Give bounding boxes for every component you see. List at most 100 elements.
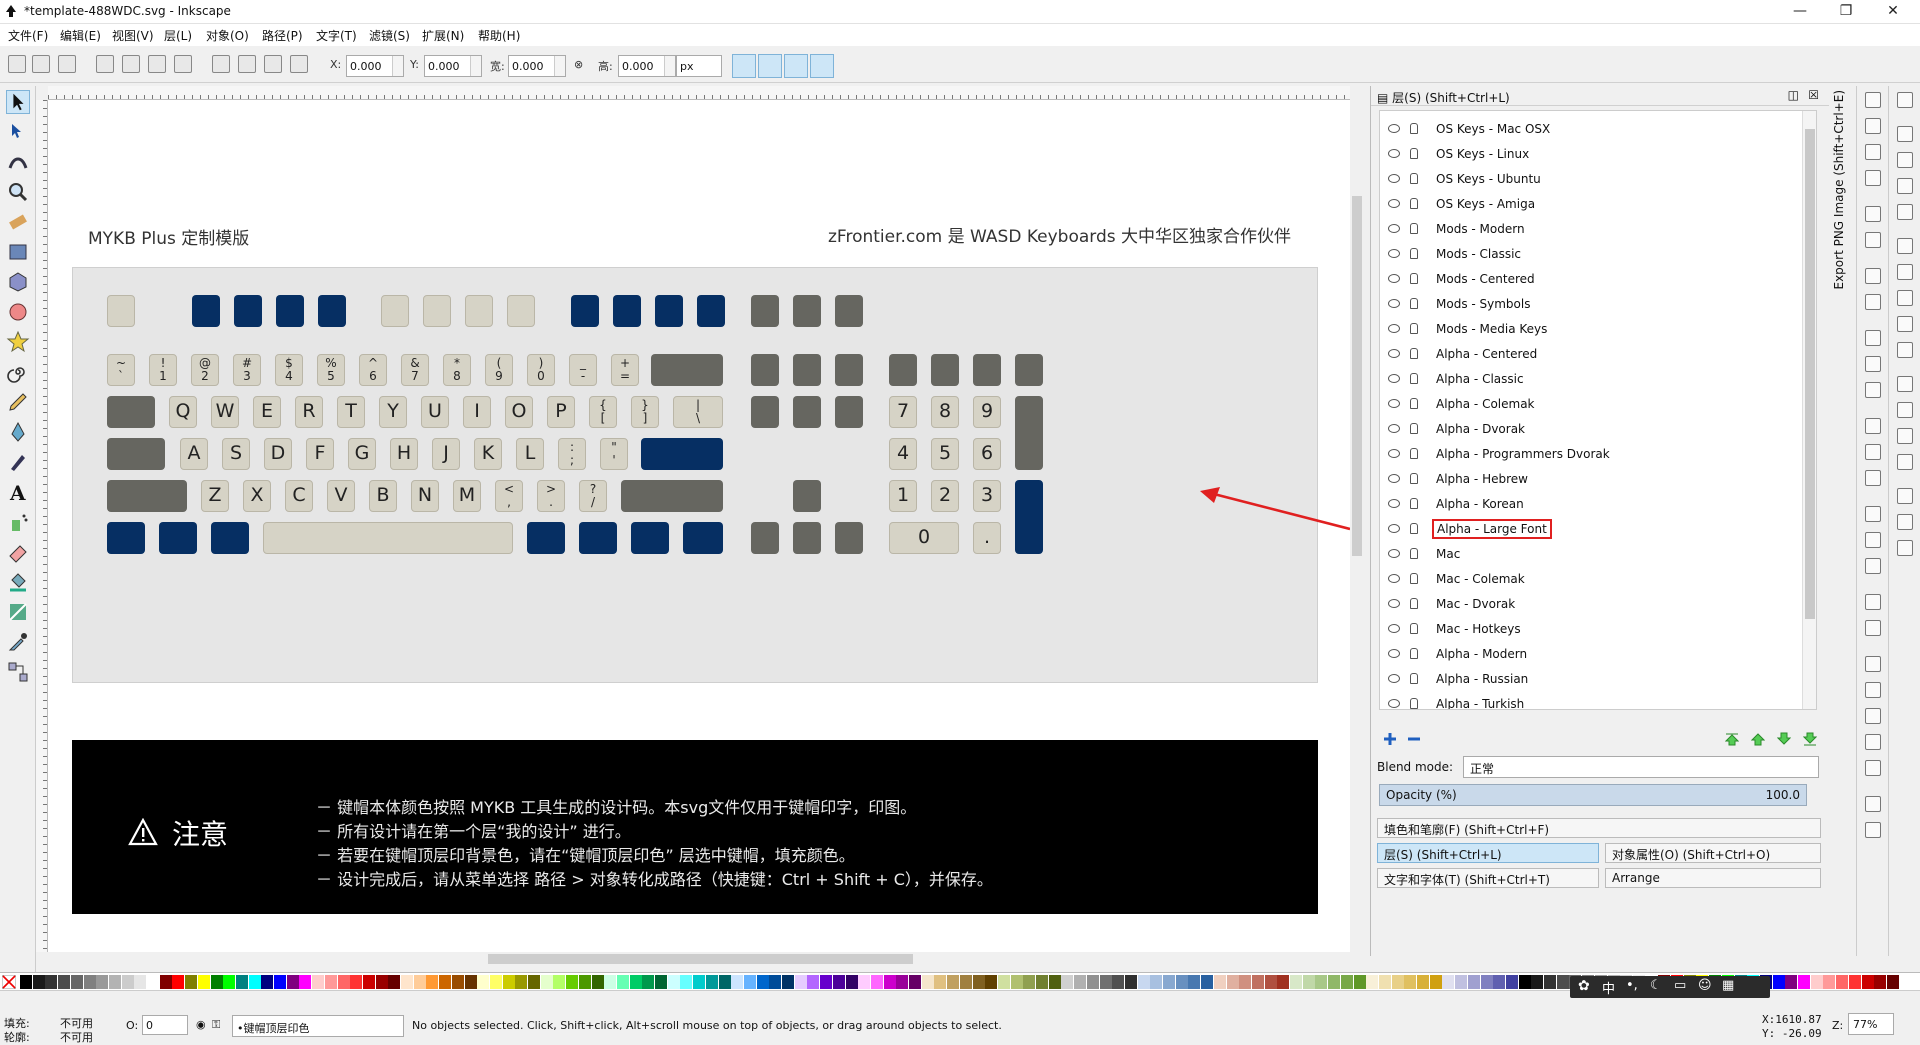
eye-icon[interactable] bbox=[1388, 599, 1400, 608]
layer-row[interactable]: Mac - Hotkeys bbox=[1380, 617, 1798, 641]
star-tool-icon[interactable] bbox=[6, 330, 30, 354]
document-properties-icon[interactable] bbox=[1865, 822, 1881, 838]
color-swatch[interactable] bbox=[134, 975, 147, 989]
color-swatch[interactable] bbox=[566, 975, 579, 989]
lock-icon[interactable] bbox=[1410, 298, 1418, 309]
eye-icon[interactable] bbox=[1388, 624, 1400, 633]
key-g[interactable]: G bbox=[348, 438, 376, 470]
key-i[interactable]: I bbox=[463, 396, 491, 428]
key-end[interactable] bbox=[793, 396, 821, 428]
color-swatch[interactable] bbox=[1315, 975, 1328, 989]
print-icon[interactable] bbox=[1865, 170, 1881, 186]
3d-box-tool-icon[interactable] bbox=[6, 270, 30, 294]
layer-row[interactable]: Alpha - Programmers Dvorak bbox=[1380, 442, 1798, 466]
color-swatch[interactable] bbox=[1366, 975, 1379, 989]
color-swatch[interactable] bbox=[1163, 975, 1175, 989]
key-f10[interactable] bbox=[613, 295, 641, 327]
key-n[interactable]: N bbox=[411, 480, 439, 512]
color-swatch[interactable] bbox=[667, 975, 680, 989]
lock-icon[interactable] bbox=[1410, 348, 1418, 359]
open-file-icon[interactable] bbox=[1865, 118, 1881, 134]
text-font-dialog-icon[interactable] bbox=[1865, 682, 1881, 698]
layer-row[interactable]: Mods - Media Keys bbox=[1380, 317, 1798, 341]
color-swatch[interactable] bbox=[1239, 975, 1252, 989]
color-swatch[interactable] bbox=[743, 975, 756, 989]
eye-icon[interactable] bbox=[1388, 199, 1400, 208]
align-distribute-icon[interactable] bbox=[1865, 760, 1881, 776]
color-swatch[interactable] bbox=[870, 975, 883, 989]
new-document-icon[interactable] bbox=[1865, 92, 1881, 108]
color-swatch[interactable] bbox=[909, 975, 921, 989]
key-t[interactable]: T bbox=[337, 396, 365, 428]
color-swatch[interactable] bbox=[1467, 975, 1480, 989]
paste-icon[interactable] bbox=[1865, 382, 1881, 398]
key-h[interactable]: H bbox=[390, 438, 418, 470]
color-swatch[interactable] bbox=[832, 975, 845, 989]
snap-midpoint-icon[interactable] bbox=[1897, 376, 1913, 392]
lock-icon[interactable] bbox=[1410, 148, 1418, 159]
lock-icon[interactable] bbox=[1410, 473, 1418, 484]
key-num-0[interactable]: 0 bbox=[889, 522, 959, 554]
color-swatch[interactable] bbox=[286, 975, 299, 989]
color-swatch[interactable] bbox=[261, 975, 274, 989]
color-swatch[interactable] bbox=[1112, 975, 1125, 989]
color-swatch[interactable] bbox=[1036, 975, 1048, 989]
key-tab[interactable] bbox=[107, 396, 155, 428]
key-0[interactable]: ) 0 bbox=[527, 354, 555, 386]
ime-paw-icon[interactable]: ✿ bbox=[1578, 978, 1590, 994]
color-swatch[interactable] bbox=[642, 975, 655, 989]
snap-smooth-icon[interactable] bbox=[1897, 342, 1913, 358]
eye-icon[interactable] bbox=[1388, 324, 1400, 333]
lock-icon[interactable] bbox=[1410, 598, 1418, 609]
color-swatch[interactable] bbox=[464, 975, 477, 989]
color-swatch[interactable] bbox=[820, 975, 833, 989]
key-num-6[interactable]: 6 bbox=[973, 438, 1001, 470]
color-swatch[interactable] bbox=[1328, 975, 1341, 989]
snap-bbox-midpoint-icon[interactable] bbox=[1897, 204, 1913, 220]
color-swatch[interactable] bbox=[858, 975, 871, 989]
key-8[interactable]: * 8 bbox=[443, 354, 471, 386]
key-c[interactable]: C bbox=[285, 480, 313, 512]
key-f7[interactable] bbox=[465, 295, 493, 327]
gradient-tool-icon[interactable] bbox=[6, 600, 30, 624]
canvas-vertical-scrollbar[interactable] bbox=[1350, 86, 1364, 952]
import-icon[interactable] bbox=[1865, 206, 1881, 222]
tweak-tool-icon[interactable] bbox=[6, 150, 30, 174]
color-swatch[interactable] bbox=[515, 975, 528, 989]
color-swatch[interactable] bbox=[997, 975, 1010, 989]
color-swatch[interactable] bbox=[45, 975, 58, 989]
lock-icon[interactable] bbox=[1410, 498, 1418, 509]
layer-row[interactable]: Alpha - Russian bbox=[1380, 667, 1798, 691]
key-f8[interactable] bbox=[507, 295, 535, 327]
color-swatch[interactable] bbox=[1544, 975, 1556, 989]
flip-horizontal-icon[interactable] bbox=[148, 55, 166, 73]
lock-icon[interactable] bbox=[1410, 398, 1418, 409]
color-swatch[interactable] bbox=[58, 975, 71, 989]
color-swatch[interactable] bbox=[1823, 975, 1836, 989]
layer-row[interactable]: OS Keys - Amiga bbox=[1380, 192, 1798, 216]
color-swatch[interactable] bbox=[947, 975, 960, 989]
layer-row[interactable]: Alpha - Centered bbox=[1380, 342, 1798, 366]
color-swatch[interactable] bbox=[934, 975, 947, 989]
spray-tool-icon[interactable] bbox=[6, 510, 30, 534]
layer-row[interactable]: Alpha - Hebrew bbox=[1380, 467, 1798, 491]
pen-tool-icon[interactable] bbox=[6, 420, 30, 444]
color-swatch[interactable] bbox=[591, 975, 604, 989]
color-swatch[interactable] bbox=[1201, 975, 1214, 989]
no-paint-swatch-icon[interactable] bbox=[2, 975, 16, 989]
copy-icon[interactable] bbox=[1865, 330, 1881, 346]
key-num-8[interactable]: 8 bbox=[931, 396, 959, 428]
color-swatch[interactable] bbox=[274, 975, 286, 989]
eye-icon[interactable] bbox=[1388, 449, 1400, 458]
color-swatch[interactable] bbox=[655, 975, 667, 989]
key-comma[interactable]: <, bbox=[495, 480, 523, 512]
key-num-dot[interactable]: . bbox=[973, 522, 1001, 554]
snap-bbox-icon[interactable] bbox=[1897, 126, 1913, 142]
layer-row[interactable]: Mods - Modern bbox=[1380, 217, 1798, 241]
group-icon[interactable] bbox=[1865, 594, 1881, 610]
zoom-drawing-icon[interactable] bbox=[1865, 444, 1881, 460]
key-left-ctrl[interactable] bbox=[107, 522, 145, 554]
x-input[interactable]: 0.000 bbox=[346, 55, 404, 77]
color-swatch[interactable] bbox=[235, 975, 248, 989]
eye-icon[interactable] bbox=[1388, 149, 1400, 158]
